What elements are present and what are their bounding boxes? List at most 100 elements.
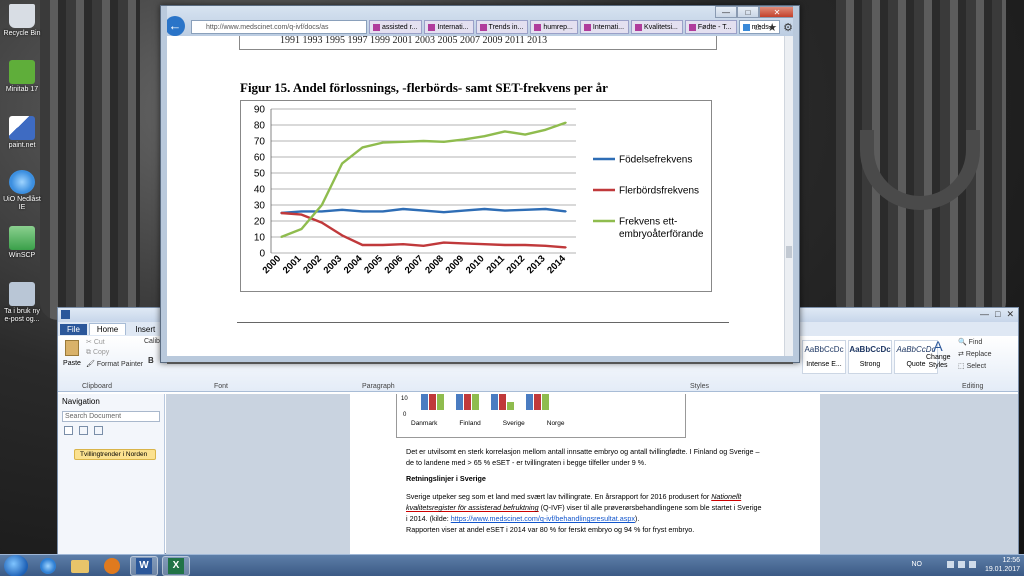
browser-scrollbar[interactable]	[784, 36, 793, 358]
browser-window-buttons: — □ ✕	[715, 6, 795, 18]
navigation-pane: Navigation Search Document Tvillingtrend…	[58, 394, 165, 554]
paste-icon	[65, 340, 79, 356]
favorites-icon[interactable]: ★	[767, 21, 777, 34]
browser-tab[interactable]: Kvalitetsi...	[631, 20, 683, 34]
browser-maximize-button[interactable]: □	[737, 6, 759, 18]
data-point	[483, 208, 486, 210]
tray-flag-icon[interactable]	[947, 561, 954, 568]
browser-bottom-edge	[167, 358, 793, 364]
x-tick-label: 2005	[362, 253, 385, 276]
back-button[interactable]: ←	[165, 16, 185, 36]
desktop-icon-email-setup[interactable]: Ta i bruk ny e-post og...	[2, 282, 42, 324]
mini-chart-bar-group	[456, 394, 479, 410]
data-point	[503, 244, 506, 246]
nav-headings-view-icon[interactable]	[64, 426, 73, 435]
clock-time: 12:56	[1002, 557, 1020, 564]
data-point	[524, 244, 527, 246]
media-player-icon	[104, 558, 120, 574]
tab-insert[interactable]: Insert	[128, 324, 162, 335]
navigation-view-buttons	[64, 426, 158, 435]
y-tick-label: 40	[254, 185, 266, 196]
paste-button[interactable]: Paste	[62, 340, 82, 368]
navigation-search-input[interactable]: Search Document	[62, 411, 160, 422]
format-painter-button[interactable]: 🖌 Format Painter	[86, 360, 143, 368]
nav-pages-view-icon[interactable]	[79, 426, 88, 435]
home-icon[interactable]: ⌂	[755, 21, 762, 34]
tray-volume-icon[interactable]	[969, 561, 976, 568]
data-point	[503, 209, 506, 212]
data-point	[341, 208, 344, 211]
start-button[interactable]	[4, 555, 28, 576]
y-tick-label: 0	[259, 249, 265, 260]
copy-label: Copy	[92, 349, 110, 356]
data-point	[503, 130, 506, 133]
address-bar[interactable]: http://www.medscinet.com/q-ivf/docs/as	[191, 20, 367, 34]
data-point	[544, 244, 547, 247]
browser-tab[interactable]: assisted r...	[369, 20, 423, 34]
data-point	[442, 211, 445, 214]
data-point	[300, 210, 303, 213]
language-indicator[interactable]: NO	[912, 561, 923, 568]
format-painter-label: Format Painter	[96, 361, 144, 368]
word-close-button[interactable]: ✕	[1006, 309, 1014, 320]
replace-button[interactable]: ⇄ Replace	[958, 350, 992, 358]
desktop-icon-winscp[interactable]: WinSCP	[2, 226, 42, 260]
source-link[interactable]: https://www.medscinet.com/q-ivf/behandli…	[451, 514, 635, 523]
mini-chart-category: Norge	[546, 420, 565, 427]
tab-file[interactable]: File	[60, 323, 87, 335]
desktop-icon-recycle-bin[interactable]: Recycle Bin	[2, 4, 42, 38]
desktop-icon-uio-ie[interactable]: UiO Nedlåst IE	[2, 170, 42, 212]
browser-minimize-button[interactable]: —	[715, 6, 737, 18]
system-tray-icons	[947, 561, 976, 568]
taskbar-word[interactable]: W	[130, 556, 158, 576]
scrollbar-thumb[interactable]	[786, 246, 792, 258]
cut-button[interactable]: ✂ Cut	[86, 338, 105, 346]
data-point	[564, 246, 567, 249]
x-tick-label: 2012	[505, 253, 528, 276]
find-button[interactable]: 🔍 Find	[958, 338, 982, 346]
data-point	[422, 140, 425, 142]
system-clock[interactable]: 12:56 19.01.2017	[985, 556, 1020, 574]
bold-button[interactable]: B	[148, 356, 154, 365]
data-point	[564, 121, 567, 124]
settings-gear-icon[interactable]: ⚙	[783, 21, 793, 34]
browser-close-button[interactable]: ✕	[759, 6, 795, 18]
desktop-icon-label: UiO Nedlåst IE	[3, 196, 41, 211]
browser-tab[interactable]: humrep...	[530, 20, 578, 34]
data-point	[341, 162, 344, 165]
copy-button[interactable]: ⧉ Copy	[86, 349, 109, 357]
x-tick-label: 2006	[383, 253, 406, 276]
word-minimize-button[interactable]: —	[980, 309, 989, 320]
data-point	[280, 236, 283, 238]
y-tick-label: 50	[254, 169, 266, 180]
mini-chart-category: Danmark	[411, 420, 438, 427]
word-maximize-button[interactable]: □	[995, 309, 1000, 320]
style-intense-emphasis[interactable]: AaBbCcDc Intense E...	[802, 340, 846, 374]
tray-network-icon[interactable]	[958, 561, 965, 568]
tab-home[interactable]: Home	[88, 323, 127, 335]
data-point	[381, 244, 384, 246]
desktop-icon-label: Recycle Bin	[3, 30, 41, 37]
select-button[interactable]: ⬚ Select	[958, 362, 986, 370]
word-icon: W	[136, 558, 152, 574]
data-point	[442, 241, 445, 244]
taskbar-media-player[interactable]	[98, 556, 126, 576]
browser-tab[interactable]: Internati...	[579, 20, 630, 34]
style-strong[interactable]: AaBbCcDc Strong	[848, 340, 892, 374]
taskbar-excel[interactable]: X	[162, 556, 190, 576]
taskbar-file-explorer[interactable]	[66, 556, 94, 576]
browser-tab[interactable]: Internati...	[424, 20, 474, 34]
browser-tab[interactable]: Fødte - T...	[684, 20, 737, 34]
x-tick-label: 2007	[403, 253, 426, 276]
browser-tab[interactable]: Trends in...	[475, 20, 529, 34]
change-styles-button[interactable]: A Change Styles	[926, 338, 951, 370]
x-tick-label: 2003	[322, 253, 345, 276]
taskbar-internet-explorer[interactable]	[34, 556, 62, 576]
desktop-icon-paintnet[interactable]: paint.net	[2, 116, 42, 150]
data-point	[402, 208, 405, 210]
desktop-icon-minitab[interactable]: Minitab 17	[2, 60, 42, 94]
nav-results-view-icon[interactable]	[94, 426, 103, 435]
x-tick-label: 2001	[281, 253, 304, 276]
data-point	[341, 234, 344, 237]
navigation-heading-item[interactable]: Tvillingtrender i Norden	[74, 449, 156, 460]
